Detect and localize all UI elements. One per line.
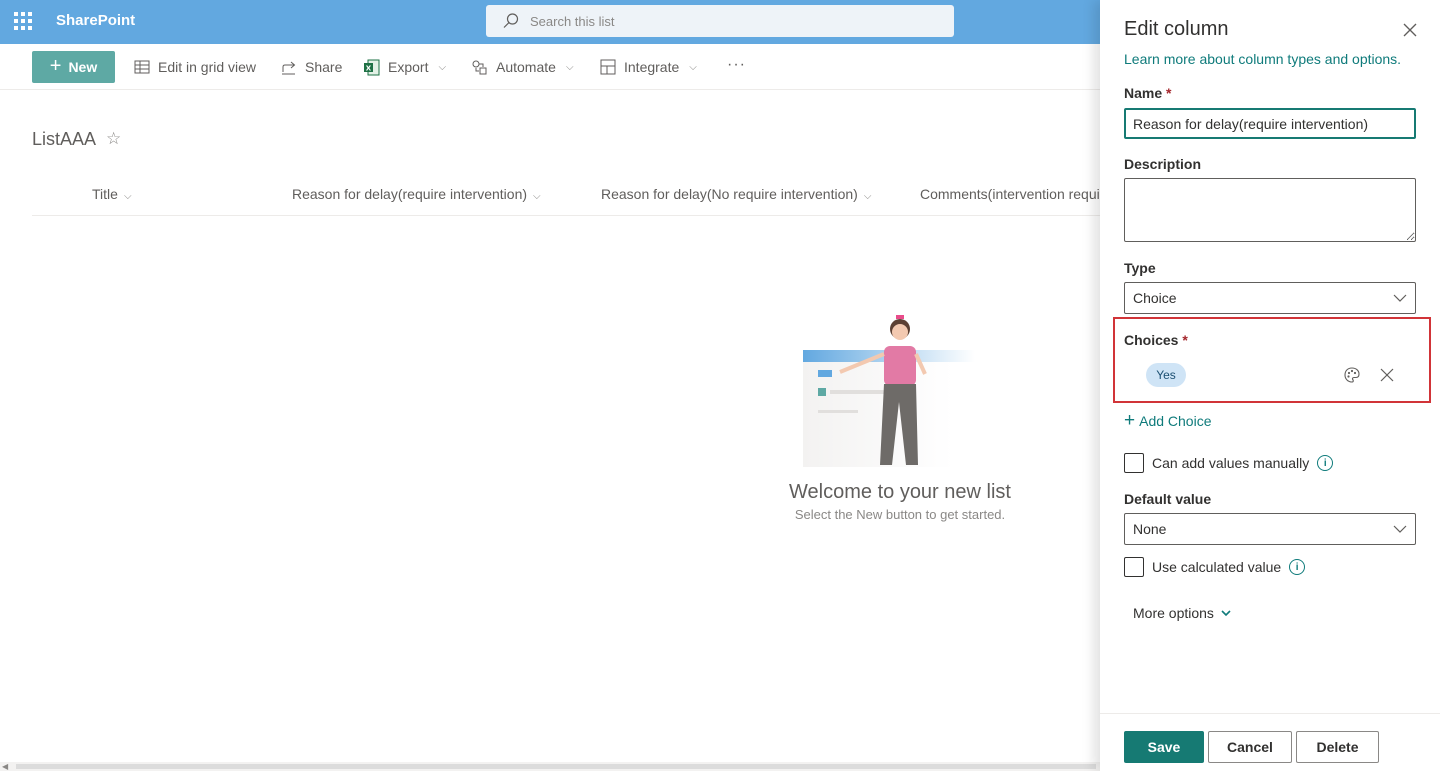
column-header-title[interactable]: Title ⌵ [92,186,132,202]
palette-icon[interactable] [1343,366,1361,384]
can-add-manually-checkbox[interactable] [1124,453,1144,473]
new-button-label: New [68,59,98,75]
automate-icon [472,60,487,74]
choice-pill[interactable]: Yes [1146,363,1186,387]
use-calculated-row: Use calculated value i [1124,557,1306,577]
chevron-down-icon: ⌵ [438,61,447,73]
name-label-text: Name [1124,85,1163,101]
more-options-label: More options [1133,605,1214,621]
default-value-dropdown[interactable]: None [1124,513,1416,545]
search-input[interactable] [530,11,930,31]
edit-grid-view-button[interactable]: Edit in grid view [134,58,256,76]
column-header-label: Title [92,186,118,202]
can-add-manually-label: Can add values manually [1152,455,1310,471]
share-label: Share [305,59,343,75]
chevron-down-icon [1221,610,1231,617]
share-button[interactable]: Share [281,58,342,76]
horizontal-scrollbar[interactable]: ◀ [0,762,1100,771]
automate-button[interactable]: Automate ⌵ [471,58,574,76]
can-add-manually-row: Can add values manually i [1124,453,1334,473]
integrate-icon [600,59,616,75]
name-label: Name * [1124,85,1171,101]
edit-grid-view-label: Edit in grid view [158,59,257,75]
chevron-down-icon: ⌵ [533,191,541,202]
automate-label: Automate [496,59,556,75]
chevron-down-icon: ⌵ [565,61,574,73]
svg-text:X: X [366,64,372,72]
save-button[interactable]: Save [1124,731,1204,763]
type-label: Type [1124,260,1156,276]
panel-title: Edit column [1124,18,1229,40]
scrollbar-thumb[interactable] [16,764,1096,769]
info-icon[interactable]: i [1317,455,1334,471]
add-choice-button[interactable]: + Add Choice [1124,411,1212,430]
close-icon[interactable] [1402,22,1418,38]
export-label: Export [388,59,429,75]
cancel-button[interactable]: Cancel [1208,731,1292,763]
use-calculated-checkbox[interactable] [1124,557,1144,577]
list-title: ListAAA [32,129,97,149]
choices-label: Choices * [1124,332,1188,348]
empty-state-title: Welcome to your new list [789,481,1011,503]
app-launcher-icon[interactable] [14,12,32,30]
favorite-star-icon[interactable]: ☆ [106,129,121,149]
grid-icon [134,60,150,74]
column-header-label: Reason for delay(No require intervention… [601,186,858,202]
plus-icon: + [1124,410,1136,431]
delete-button[interactable]: Delete [1296,731,1379,763]
info-icon[interactable]: i [1289,559,1306,575]
new-button[interactable]: + New [32,51,115,83]
excel-icon: X [364,59,380,75]
chevron-down-icon: ⌵ [123,191,132,202]
integrate-label: Integrate [624,59,680,75]
empty-list-illustration [803,315,975,467]
column-header-reason-no-require[interactable]: Reason for delay(No require intervention… [601,186,871,202]
column-headers: Title ⌵ Reason for delay(require interven… [32,176,1100,216]
search-box[interactable] [486,5,954,37]
column-header-comments[interactable]: Comments(intervention required) [920,186,1100,202]
chevron-down-icon [1393,525,1407,533]
column-header-label: Comments(intervention required) [920,186,1100,202]
use-calculated-label: Use calculated value [1152,559,1282,575]
integrate-button[interactable]: Integrate ⌵ [600,58,697,76]
export-button[interactable]: X Export ⌵ [363,58,446,76]
search-icon [503,13,519,28]
chevron-down-icon: ⌵ [863,191,872,202]
choices-label-text: Choices [1124,332,1179,348]
column-header-label: Reason for delay(require intervention) [292,186,528,202]
type-value: Choice [1133,290,1177,306]
description-field[interactable] [1124,178,1416,242]
column-header-reason-require[interactable]: Reason for delay(require intervention) ⌵ [292,186,541,202]
name-field[interactable] [1124,108,1416,139]
chevron-down-icon: ⌵ [689,61,697,73]
chevron-down-icon [1393,294,1407,302]
edit-column-panel: Edit column Learn more about column type… [1100,0,1440,771]
required-marker: * [1182,332,1188,348]
app-name[interactable]: SharePoint [56,12,135,29]
more-options-button[interactable]: More options [1133,605,1231,621]
description-label: Description [1124,156,1202,172]
learn-more-link[interactable]: Learn more about column types and option… [1124,51,1401,67]
empty-state-subtitle: Select the New button to get started. [794,507,1006,522]
choices-section: Choices * Yes [1113,317,1431,403]
default-value-label: Default value [1124,491,1212,507]
type-dropdown[interactable]: Choice [1124,282,1416,314]
plus-icon: + [49,55,62,77]
required-marker: * [1166,85,1172,101]
scroll-left-icon[interactable]: ◀ [2,762,8,771]
more-commands-button[interactable]: ··· [727,56,746,74]
panel-footer: Save Cancel Delete [1100,713,1440,771]
default-value: None [1133,521,1167,537]
share-icon [282,61,296,75]
add-choice-label: Add Choice [1139,412,1212,429]
command-bar: + New Edit in grid view Share X Export ⌵ [0,44,1100,90]
remove-choice-icon[interactable] [1380,368,1394,382]
